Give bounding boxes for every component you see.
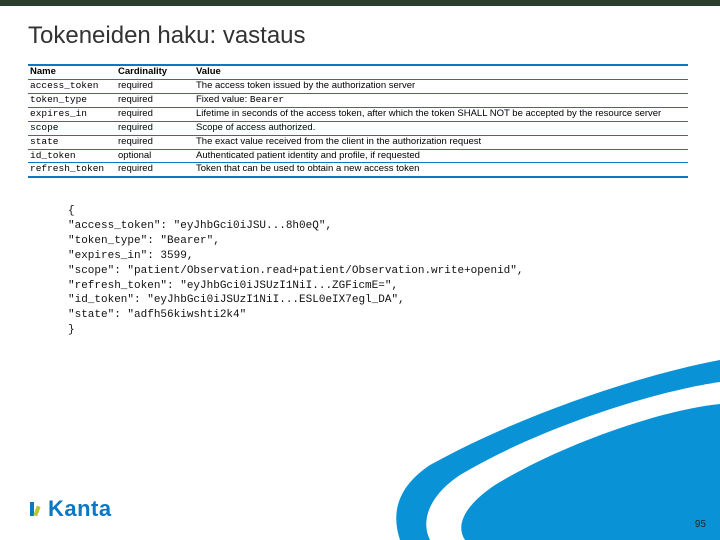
cell-cardinality: required — [116, 135, 194, 149]
cell-cardinality: required — [116, 121, 194, 135]
decorative-swoosh — [360, 360, 720, 540]
cell-cardinality: required — [116, 79, 194, 93]
cell-value: Lifetime in seconds of the access token,… — [194, 107, 688, 121]
header-cardinality: Cardinality — [116, 65, 194, 79]
cell-name: access_token — [28, 79, 116, 93]
cell-name: state — [28, 135, 116, 149]
logo-mark-icon — [28, 500, 46, 518]
cell-name: refresh_token — [28, 163, 116, 177]
page-title: Tokeneiden haku: vastaus — [28, 22, 720, 50]
header-name: Name — [28, 65, 116, 79]
top-bar — [0, 0, 720, 6]
table-row: token_typerequiredFixed value: Bearer — [28, 93, 688, 107]
page-number: 95 — [695, 519, 706, 530]
cell-cardinality: required — [116, 107, 194, 121]
cell-cardinality: optional — [116, 149, 194, 163]
cell-value: Scope of access authorized. — [194, 121, 688, 135]
header-value: Value — [194, 65, 688, 79]
table-row: scoperequiredScope of access authorized. — [28, 121, 688, 135]
table-row: staterequiredThe exact value received fr… — [28, 135, 688, 149]
response-fields-table: Name Cardinality Value access_tokenrequi… — [28, 64, 688, 178]
table-header-row: Name Cardinality Value — [28, 65, 688, 79]
json-example: { "access_token": "eyJhbGci0iJSU...8h0eQ… — [68, 204, 720, 338]
cell-value: The access token issued by the authoriza… — [194, 79, 688, 93]
cell-value: Fixed value: Bearer — [194, 93, 688, 107]
logo-text: Kanta — [48, 496, 112, 522]
table-row: access_tokenrequiredThe access token iss… — [28, 79, 688, 93]
cell-name: expires_in — [28, 107, 116, 121]
cell-value: Authenticated patient identity and profi… — [194, 149, 688, 163]
table-row: refresh_tokenrequiredToken that can be u… — [28, 163, 688, 177]
table-row: expires_inrequiredLifetime in seconds of… — [28, 107, 688, 121]
cell-name: scope — [28, 121, 116, 135]
cell-name: id_token — [28, 149, 116, 163]
cell-cardinality: required — [116, 163, 194, 177]
cell-name: token_type — [28, 93, 116, 107]
cell-cardinality: required — [116, 93, 194, 107]
table-row: id_tokenoptionalAuthenticated patient id… — [28, 149, 688, 163]
kanta-logo: Kanta — [28, 496, 112, 522]
cell-value: Token that can be used to obtain a new a… — [194, 163, 688, 177]
cell-value: The exact value received from the client… — [194, 135, 688, 149]
